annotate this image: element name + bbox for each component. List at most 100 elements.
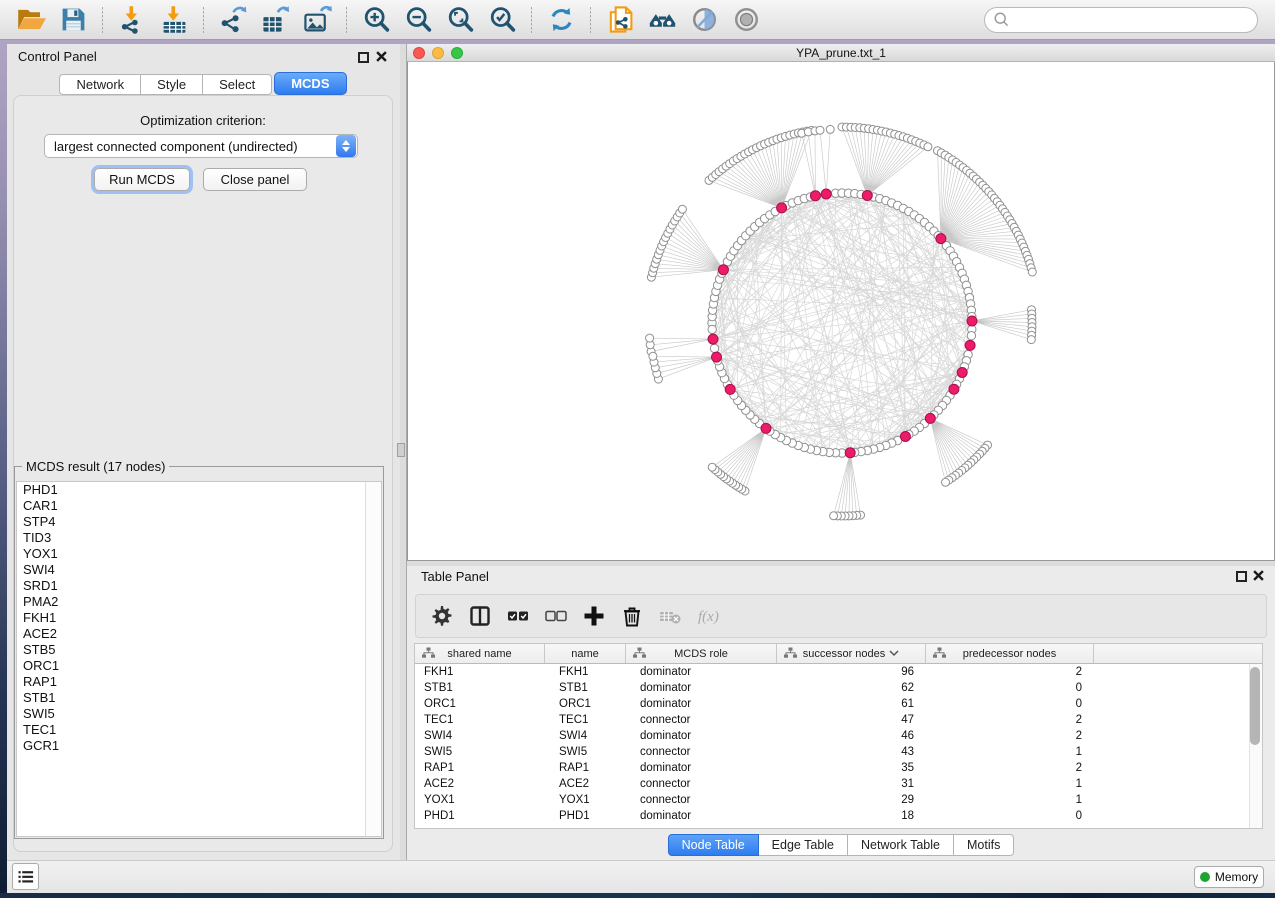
table-row[interactable]: ACE2ACE2connector311	[415, 776, 1262, 792]
column-header-predecessor-nodes[interactable]: predecessor nodes	[926, 644, 1094, 663]
mcds-hub-node[interactable]	[965, 340, 975, 350]
export-table-button[interactable]	[256, 3, 294, 37]
mcds-hub-node[interactable]	[967, 316, 977, 326]
mcds-hub-node[interactable]	[821, 189, 831, 199]
mcds-hub-node[interactable]	[777, 203, 787, 213]
table-row[interactable]: TEC1TEC1connector472	[415, 712, 1262, 728]
table-row[interactable]: RAP1RAP1dominator352	[415, 760, 1262, 776]
show-column-button[interactable]	[462, 598, 498, 634]
mcds-result-item[interactable]: ACE2	[17, 626, 381, 642]
search-input[interactable]	[1016, 13, 1246, 28]
satellite-node[interactable]	[678, 205, 686, 213]
tab-edge-table[interactable]: Edge Table	[759, 834, 848, 856]
run-mcds-button[interactable]: Run MCDS	[94, 168, 190, 191]
zoom-in-button[interactable]	[357, 3, 395, 37]
mcds-hub-node[interactable]	[708, 334, 718, 344]
mcds-result-item[interactable]: SRD1	[17, 578, 381, 594]
open-folder-button[interactable]	[12, 3, 50, 37]
control-panel-close-icon[interactable]	[376, 51, 387, 62]
mcds-result-item[interactable]: PMA2	[17, 594, 381, 610]
maximize-window-icon[interactable]	[451, 47, 463, 59]
mcds-result-item[interactable]: ORC1	[17, 658, 381, 674]
mcds-result-item[interactable]: GCR1	[17, 738, 381, 754]
add-column-button[interactable]	[576, 598, 612, 634]
mcds-hub-node[interactable]	[761, 423, 771, 433]
network-node[interactable]	[710, 344, 718, 352]
tab-network-table[interactable]: Network Table	[848, 834, 954, 856]
network-node[interactable]	[967, 332, 975, 340]
network-canvas[interactable]	[408, 62, 1274, 560]
mcds-result-item[interactable]: SWI5	[17, 706, 381, 722]
tab-mcds[interactable]: MCDS	[274, 72, 346, 95]
mcds-list-scrollbar[interactable]	[365, 482, 381, 836]
satellite-node[interactable]	[708, 463, 716, 471]
mcds-hub-node[interactable]	[810, 191, 820, 201]
satellite-node[interactable]	[1027, 336, 1035, 344]
satellite-node[interactable]	[816, 126, 824, 134]
mcds-result-item[interactable]: YOX1	[17, 546, 381, 562]
minimize-window-icon[interactable]	[432, 47, 444, 59]
close-window-icon[interactable]	[413, 47, 425, 59]
vertical-splitter-handle[interactable]	[397, 443, 405, 457]
zoom-fit-button[interactable]	[441, 3, 479, 37]
mcds-hub-node[interactable]	[900, 432, 910, 442]
mcds-hub-node[interactable]	[725, 384, 735, 394]
mcds-hub-node[interactable]	[925, 413, 935, 423]
control-panel-float-icon[interactable]	[358, 52, 369, 63]
import-network-button[interactable]	[113, 3, 151, 37]
save-session-button[interactable]	[54, 3, 92, 37]
mcds-result-item[interactable]: STP4	[17, 514, 381, 530]
mcds-hub-node[interactable]	[949, 384, 959, 394]
find-binoculars-button[interactable]	[643, 3, 681, 37]
tab-style[interactable]: Style	[141, 74, 203, 95]
satellite-node[interactable]	[646, 334, 654, 342]
mcds-result-item[interactable]: PHD1	[17, 482, 381, 498]
export-network-button[interactable]	[214, 3, 252, 37]
mcds-result-item[interactable]: RAP1	[17, 674, 381, 690]
satellite-node[interactable]	[924, 143, 932, 151]
satellite-node[interactable]	[826, 125, 834, 133]
table-row[interactable]: PHD1PHD1dominator180	[415, 808, 1262, 824]
select-all-checkboxes-button[interactable]	[500, 598, 536, 634]
column-header-name[interactable]: name	[545, 644, 626, 663]
satellite-node[interactable]	[649, 352, 657, 360]
refresh-layout-button[interactable]	[542, 3, 580, 37]
tab-select[interactable]: Select	[203, 74, 272, 95]
zoom-selected-button[interactable]	[483, 3, 521, 37]
mcds-result-item[interactable]: FKH1	[17, 610, 381, 626]
column-header-shared-name[interactable]: shared name	[415, 644, 545, 663]
optimization-criterion-select[interactable]: largest connected component (undirected)	[44, 134, 358, 158]
zoom-out-button[interactable]	[399, 3, 437, 37]
mcds-result-item[interactable]: STB5	[17, 642, 381, 658]
birdseye-view-button[interactable]	[727, 3, 765, 37]
visibility-toggle-button[interactable]	[685, 3, 723, 37]
tab-network[interactable]: Network	[59, 74, 141, 95]
table-row[interactable]: STB1STB1dominator620	[415, 680, 1262, 696]
network-window-titlebar[interactable]: YPA_prune.txt_1	[407, 44, 1275, 62]
table-scrollbar-thumb[interactable]	[1250, 667, 1260, 745]
tab-motifs[interactable]: Motifs	[954, 834, 1014, 856]
import-table-button[interactable]	[155, 3, 193, 37]
close-panel-button[interactable]: Close panel	[203, 168, 307, 191]
mcds-hub-node[interactable]	[957, 368, 967, 378]
mcds-hub-node[interactable]	[718, 265, 728, 275]
table-row[interactable]: SWI5SWI5connector431	[415, 744, 1262, 760]
mcds-result-item[interactable]: STB1	[17, 690, 381, 706]
network-node[interactable]	[708, 325, 716, 333]
mcds-result-item[interactable]: CAR1	[17, 498, 381, 514]
table-settings-gear-button[interactable]	[424, 598, 460, 634]
column-header-successor-nodes[interactable]: successor nodes	[777, 644, 926, 663]
table-row[interactable]: FKH1FKH1dominator962	[415, 664, 1262, 680]
deselect-all-checkboxes-button[interactable]	[538, 598, 574, 634]
satellite-node[interactable]	[830, 512, 838, 520]
table-row[interactable]: SWI4SWI4dominator462	[415, 728, 1262, 744]
export-image-button[interactable]	[298, 3, 336, 37]
mcds-hub-node[interactable]	[936, 234, 946, 244]
network-document-share-button[interactable]	[601, 3, 639, 37]
table-row[interactable]: YOX1YOX1connector291	[415, 792, 1262, 808]
memory-button[interactable]: Memory	[1194, 866, 1264, 888]
mcds-result-item[interactable]: SWI4	[17, 562, 381, 578]
mcds-hub-node[interactable]	[712, 352, 722, 362]
mcds-hub-node[interactable]	[862, 191, 872, 201]
mcds-result-item[interactable]: TID3	[17, 530, 381, 546]
